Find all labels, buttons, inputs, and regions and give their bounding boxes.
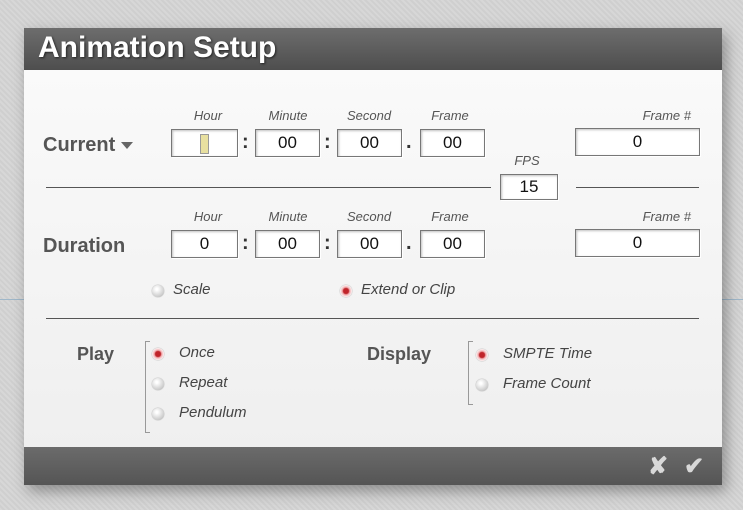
duration-frame-number-input[interactable]: 0 [575,229,700,257]
current-minute-input[interactable]: 00 [255,129,320,157]
header-second: Second [346,209,392,224]
header-frame: Frame [431,108,469,123]
play-pendulum-label[interactable]: Pendulum [179,404,247,421]
play-group-bracket [145,341,150,433]
duration-frame-input[interactable]: 00 [420,230,485,258]
header-second: Second [346,108,392,123]
current-dropdown[interactable]: Current [43,134,134,157]
display-smpte-radio[interactable] [476,349,488,361]
duration-minute-input[interactable]: 00 [255,230,320,258]
header-hour: Hour [193,209,223,224]
play-once-label[interactable]: Once [179,344,215,361]
header-frame-number: Frame # [642,108,691,123]
chevron-down-icon [121,142,134,150]
header-frame: Frame [431,209,469,224]
duration-label: Duration [43,235,126,257]
header-minute: Minute [268,209,308,224]
extend-or-clip-radio[interactable] [340,285,352,297]
scale-option-label[interactable]: Scale [173,281,211,298]
divider-line [576,187,699,188]
display-label: Display [367,344,432,364]
text-cursor [200,133,209,154]
dialog-footer: ✘ ✔ [24,447,722,485]
current-label: Current [43,134,116,156]
play-once-radio[interactable] [152,348,164,360]
checkmark-icon[interactable]: ✔ [684,452,704,481]
scale-radio[interactable] [152,285,164,297]
dialog-title: Animation Setup [38,31,277,64]
play-pendulum-radio[interactable] [152,408,164,420]
display-frame-count-radio[interactable] [476,379,488,391]
header-frame-number: Frame # [642,209,691,224]
title-bar[interactable]: Animation Setup [24,28,722,70]
header-hour: Hour [193,108,223,123]
current-second-input[interactable]: 00 [337,129,402,157]
duration-hour-input[interactable]: 0 [171,230,238,258]
separator-colon: : [242,232,249,254]
separator-dot: . [406,232,412,254]
display-group-bracket [468,341,473,405]
play-repeat-radio[interactable] [152,378,164,390]
animation-setup-dialog: Animation Setup Hour Minute Second Frame… [24,28,722,485]
play-repeat-label[interactable]: Repeat [179,374,227,391]
fps-label: FPS [514,153,540,168]
divider-line [46,187,491,188]
separator-colon: : [242,131,249,153]
separator-colon: : [324,232,331,254]
header-minute: Minute [268,108,308,123]
close-x-icon[interactable]: ✘ [648,452,668,481]
current-frame-input[interactable]: 00 [420,129,485,157]
fps-input[interactable]: 15 [500,174,558,200]
current-frame-number-input[interactable]: 0 [575,128,700,156]
divider-line [46,318,699,319]
display-smpte-label[interactable]: SMPTE Time [503,345,592,362]
separator-dot: . [406,131,412,153]
extend-or-clip-option-label[interactable]: Extend or Clip [361,281,455,298]
separator-colon: : [324,131,331,153]
duration-second-input[interactable]: 00 [337,230,402,258]
play-label: Play [77,344,115,364]
current-hour-input[interactable] [171,129,238,157]
display-frame-count-label[interactable]: Frame Count [503,375,591,392]
